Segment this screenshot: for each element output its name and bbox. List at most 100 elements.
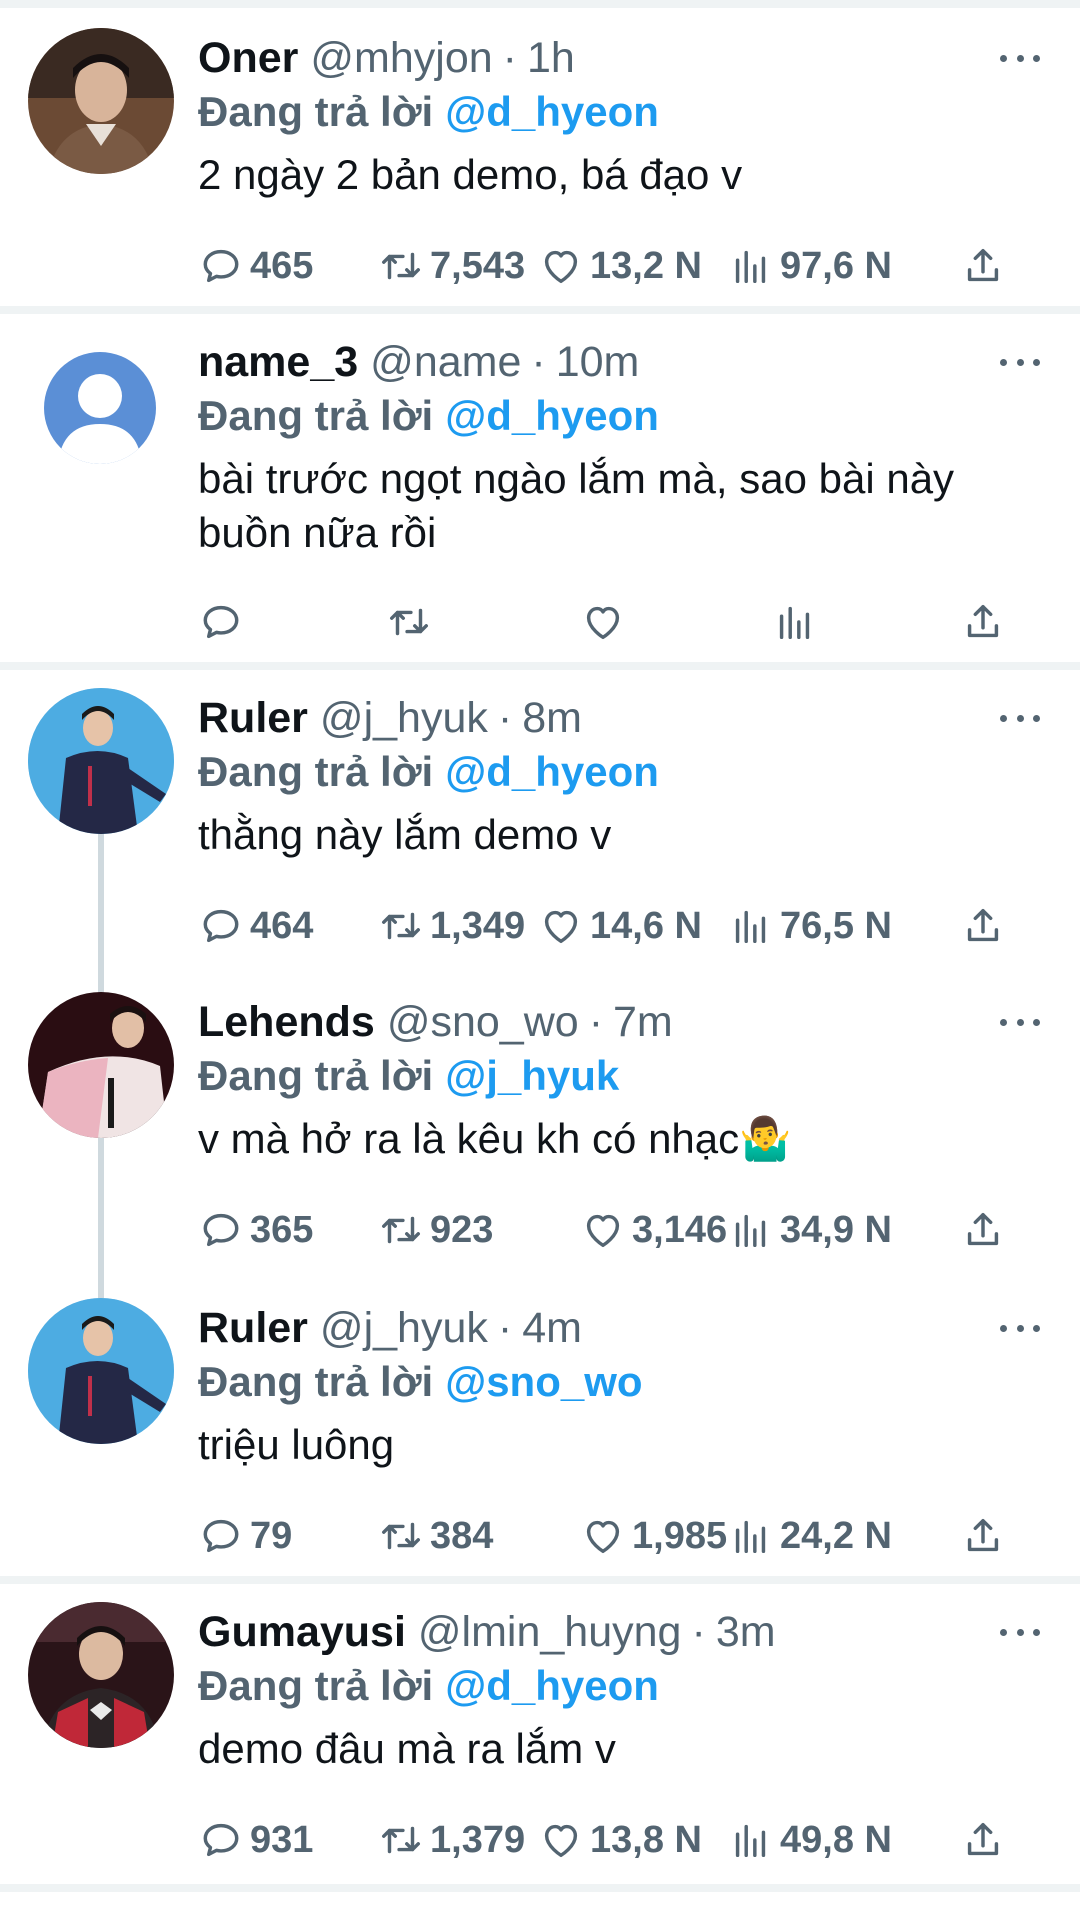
display-name[interactable]: name_3	[198, 332, 358, 392]
mention-link[interactable]: @j_hyuk	[445, 1052, 619, 1099]
user-handle[interactable]: @mhyjon	[310, 28, 492, 88]
mention-link[interactable]: @sno_wo	[445, 1358, 642, 1405]
more-options-icon[interactable]	[1000, 344, 1040, 380]
retweet-button[interactable]: 1,349	[378, 896, 525, 956]
retweet-button[interactable]: 384	[378, 1506, 493, 1566]
timestamp[interactable]: 7m	[613, 992, 673, 1052]
like-button[interactable]: 13,2 N	[538, 236, 702, 296]
tweet-text: thằng này lắm demo v	[198, 811, 612, 858]
user-handle[interactable]: @sno_wo	[387, 992, 579, 1052]
views-button[interactable]	[772, 592, 824, 652]
separator-dot: ·	[497, 694, 513, 742]
user-handle[interactable]: @j_hyuk	[320, 1298, 488, 1358]
like-count: 13,2 N	[590, 244, 702, 287]
views-button[interactable]: 97,6 N	[728, 236, 892, 296]
more-options-icon[interactable]	[1000, 1004, 1040, 1040]
views-button[interactable]: 24,2 N	[728, 1506, 892, 1566]
views-button[interactable]: 49,8 N	[728, 1810, 892, 1870]
bar-chart-icon	[735, 910, 766, 944]
speech-bubble-icon	[203, 249, 239, 283]
like-button[interactable]: 13,8 N	[538, 1810, 702, 1870]
tweet-text: bài trước ngọt ngào lắm mà, sao bài này …	[198, 455, 955, 556]
retweet-button[interactable]	[386, 592, 438, 652]
user-handle[interactable]: @name	[370, 332, 521, 392]
avatar[interactable]	[28, 992, 174, 1138]
replying-to: Đang trả lời @j_hyuk	[198, 1046, 619, 1106]
separator-dot: ·	[588, 998, 604, 1046]
retweet-arrows-icon	[382, 1216, 420, 1244]
heart-icon	[544, 1824, 578, 1858]
like-button[interactable]	[580, 592, 632, 652]
speech-bubble-icon	[203, 605, 239, 639]
top-divider	[0, 0, 1080, 8]
reply-button[interactable]: 931	[198, 1810, 313, 1870]
views-button[interactable]: 34,9 N	[728, 1200, 892, 1260]
timestamp[interactable]: 1h	[527, 28, 575, 88]
like-button[interactable]: 1,985	[580, 1506, 727, 1566]
heart-icon	[544, 250, 578, 284]
avatar[interactable]	[28, 28, 174, 174]
user-handle[interactable]: @lmin_huyng	[418, 1602, 682, 1662]
user-handle[interactable]: @j_hyuk	[320, 688, 488, 748]
mention-link[interactable]: @d_hyeon	[445, 88, 659, 135]
display-name[interactable]: Lehends	[198, 992, 375, 1052]
mention-link[interactable]: @d_hyeon	[445, 392, 659, 439]
more-options-icon[interactable]	[1000, 1310, 1040, 1346]
mention-link[interactable]: @d_hyeon	[445, 1662, 659, 1709]
mention-link[interactable]: @d_hyeon	[445, 748, 659, 795]
share-button[interactable]	[960, 1810, 1006, 1870]
retweet-button[interactable]: 7,543	[378, 236, 525, 296]
like-button[interactable]: 14,6 N	[538, 896, 702, 956]
reply-button[interactable]	[198, 592, 250, 652]
retweet-button[interactable]: 1,379	[378, 1810, 525, 1870]
timestamp[interactable]: 10m	[556, 332, 640, 392]
avatar[interactable]	[28, 1298, 174, 1444]
views-button[interactable]: 76,5 N	[728, 896, 892, 956]
more-options-icon[interactable]	[1000, 1614, 1040, 1650]
reply-button[interactable]: 465	[198, 236, 313, 296]
more-options-icon[interactable]	[1000, 40, 1040, 76]
replying-to: Đang trả lời @d_hyeon	[198, 742, 659, 802]
heart-icon	[586, 1520, 620, 1554]
display-name[interactable]: Gumayusi	[198, 1602, 406, 1662]
bar-chart-icon	[779, 606, 810, 640]
retweet-arrows-icon	[382, 912, 420, 940]
retweet-button[interactable]: 923	[378, 1200, 493, 1260]
share-button[interactable]	[960, 896, 1006, 956]
replying-to-label: Đang trả lời	[198, 1662, 434, 1709]
replying-to-label: Đang trả lời	[198, 1052, 434, 1099]
display-name[interactable]: Ruler	[198, 1298, 308, 1358]
timestamp[interactable]: 4m	[522, 1298, 582, 1358]
tweet-header: Ruler @j_hyuk · 8m	[198, 688, 582, 748]
more-options-icon[interactable]	[1000, 700, 1040, 736]
replying-to: Đang trả lời @d_hyeon	[198, 386, 659, 446]
display-name[interactable]: Ruler	[198, 688, 308, 748]
share-button[interactable]	[960, 592, 1006, 652]
display-name[interactable]: Oner	[198, 28, 298, 88]
avatar[interactable]	[44, 352, 156, 464]
reply-button[interactable]: 365	[198, 1200, 313, 1260]
tweet-text: demo đâu mà ra lắm v	[198, 1725, 616, 1772]
timestamp[interactable]: 8m	[522, 688, 582, 748]
avatar[interactable]	[28, 1602, 174, 1748]
action-bar	[198, 592, 1058, 652]
reply-button[interactable]: 464	[198, 896, 313, 956]
views-count: 34,9 N	[780, 1208, 892, 1251]
action-bar: 465 7,543 13,2 N 97,6 N	[198, 236, 1058, 296]
share-button[interactable]	[960, 1506, 1006, 1566]
like-count: 14,6 N	[590, 904, 702, 947]
views-count: 24,2 N	[780, 1514, 892, 1557]
timestamp[interactable]: 3m	[716, 1602, 776, 1662]
share-button[interactable]	[960, 236, 1006, 296]
separator-dot: ·	[502, 34, 517, 82]
heart-icon	[586, 1214, 620, 1248]
retweet-arrows-icon	[382, 1826, 420, 1854]
avatar[interactable]	[28, 688, 174, 834]
retweet-arrows-icon	[390, 608, 428, 636]
share-button[interactable]	[960, 1200, 1006, 1260]
replying-to: Đang trả lời @d_hyeon	[198, 1656, 659, 1716]
like-button[interactable]: 3,146	[580, 1200, 727, 1260]
replying-to-label: Đang trả lời	[198, 88, 434, 135]
reply-button[interactable]: 79	[198, 1506, 292, 1566]
speech-bubble-icon	[203, 909, 239, 943]
